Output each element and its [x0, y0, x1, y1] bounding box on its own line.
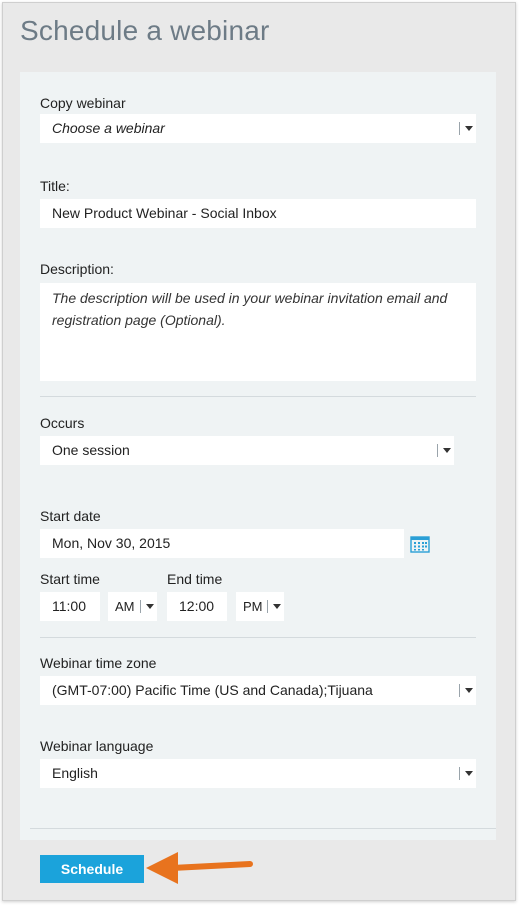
chevron-down-icon: [458, 676, 476, 705]
schedule-button[interactable]: Schedule: [40, 855, 144, 883]
occurs-select[interactable]: One session: [40, 436, 454, 465]
language-select[interactable]: English: [40, 759, 476, 788]
copy-webinar-label: Copy webinar: [40, 95, 126, 111]
divider: [30, 828, 496, 829]
start-time-label: Start time: [40, 571, 100, 587]
end-ampm-value: PM: [243, 599, 263, 614]
start-ampm-select[interactable]: AM: [108, 592, 157, 621]
title-label: Title:: [40, 178, 70, 194]
start-date-input[interactable]: Mon, Nov 30, 2015: [40, 529, 404, 558]
start-time-input[interactable]: 11:00: [40, 592, 100, 621]
chevron-down-icon: [266, 592, 284, 621]
end-time-input[interactable]: 12:00: [167, 592, 227, 621]
chevron-down-icon: [436, 436, 454, 465]
time-zone-select[interactable]: (GMT-07:00) Pacific Time (US and Canada)…: [40, 676, 476, 705]
time-zone-label: Webinar time zone: [40, 655, 157, 671]
title-input[interactable]: New Product Webinar - Social Inbox: [40, 199, 476, 228]
start-ampm-value: AM: [115, 599, 135, 614]
occurs-value: One session: [52, 442, 130, 458]
copy-webinar-value: Choose a webinar: [52, 120, 165, 136]
time-zone-value: (GMT-07:00) Pacific Time (US and Canada)…: [52, 682, 373, 698]
end-time-label: End time: [167, 571, 223, 587]
divider: [40, 396, 476, 397]
page-title: Schedule a webinar: [20, 15, 270, 46]
language-label: Webinar language: [40, 738, 154, 754]
calendar-icon[interactable]: [410, 535, 430, 553]
annotation-arrow-icon: [146, 852, 253, 884]
start-date-label: Start date: [40, 508, 101, 524]
occurs-label: Occurs: [40, 415, 85, 431]
description-textarea[interactable]: The description will be used in your web…: [40, 283, 476, 381]
language-value: English: [52, 765, 98, 781]
chevron-down-icon: [139, 592, 157, 621]
description-label: Description:: [40, 261, 114, 277]
copy-webinar-select[interactable]: Choose a webinar: [40, 114, 476, 143]
chevron-down-icon: [458, 114, 476, 143]
divider: [40, 637, 476, 638]
end-ampm-select[interactable]: PM: [236, 592, 284, 621]
chevron-down-icon: [458, 759, 476, 788]
